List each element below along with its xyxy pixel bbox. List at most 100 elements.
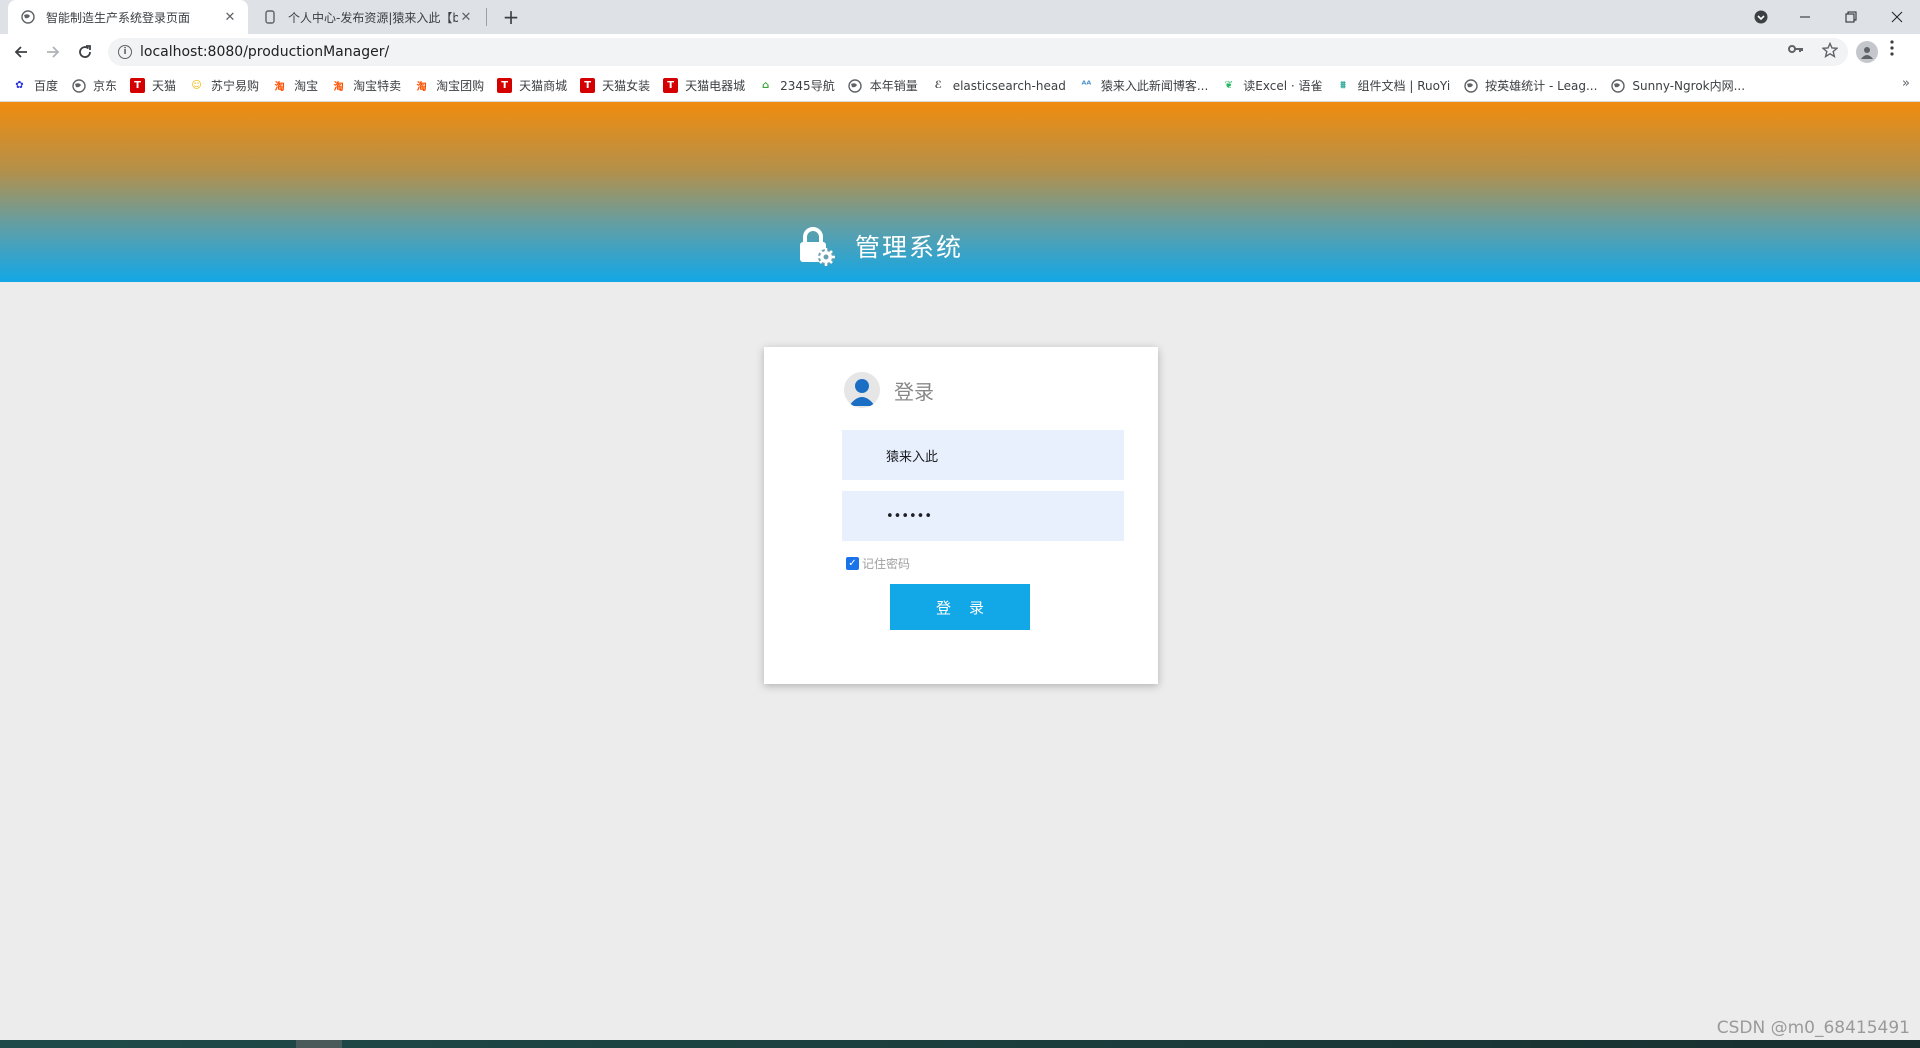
star-icon[interactable] xyxy=(1821,41,1839,62)
bookmark-label: 天猫商城 xyxy=(519,79,568,93)
bookmark-label: 京东 xyxy=(93,79,118,93)
document-icon xyxy=(262,9,278,25)
url-text[interactable]: localhost:8080/productionManager/ xyxy=(140,44,389,60)
baidu-paw-icon: ✿ xyxy=(15,80,24,91)
bookmark-label: 淘宝团购 xyxy=(436,79,485,93)
bookmark-label: Sunny-Ngrok内网... xyxy=(1632,79,1746,93)
bookmark-label: 猿来入此新闻博客... xyxy=(1100,79,1209,93)
bookmark-item[interactable]: 淘淘宝 xyxy=(272,77,319,94)
tab-search-button[interactable] xyxy=(1738,0,1784,34)
bookmark-item[interactable]: ⩩ 组件文档 | RuoYi xyxy=(1336,77,1451,94)
globe-icon xyxy=(1463,78,1478,93)
tab-login-page[interactable]: 智能制造生产系统登录页面 ✕ xyxy=(8,0,248,34)
chevron-down-circle-icon xyxy=(1754,10,1768,24)
bookmark-label: 淘宝 xyxy=(294,79,319,93)
bookmark-item[interactable]: ℰelasticsearch-head xyxy=(931,78,1066,93)
arrow-left-icon xyxy=(14,46,27,58)
bookmark-item[interactable]: ⌂ 2345导航 xyxy=(758,77,835,94)
tab-title: 个人中心-发布资源|猿来入此【b xyxy=(288,10,458,25)
tmall-icon: T xyxy=(130,78,146,93)
window-close-button[interactable] xyxy=(1874,0,1920,34)
tab-csdn-resource[interactable]: 个人中心-发布资源|猿来入此【b ✕ xyxy=(252,0,484,34)
bookmark-item[interactable]: T 天猫商城 xyxy=(497,77,567,94)
bookmark-item[interactable]: ✿ 百度 xyxy=(12,77,58,94)
bookmark-item[interactable]: T 天猫电器城 xyxy=(663,77,745,94)
bookmark-item[interactable]: ☺ 苏宁易购 xyxy=(189,77,259,94)
remember-checkbox[interactable]: ✓ xyxy=(846,557,859,570)
login-header: 登录 xyxy=(844,372,934,408)
bookmark-label: 按英雄统计 - Leag... xyxy=(1485,79,1598,93)
bookmark-item[interactable]: 京东 xyxy=(71,77,117,94)
back-button[interactable] xyxy=(8,39,34,65)
house-icon: ⌂ xyxy=(762,80,770,91)
bookmark-label: 天猫女装 xyxy=(602,79,651,93)
tmall-icon: T xyxy=(663,78,679,93)
username-input[interactable] xyxy=(842,430,1124,480)
login-card: 登录 ✓ 记住密码 登录 xyxy=(764,347,1158,684)
bookmark-item[interactable]: ❦ 读Excel · 语雀 xyxy=(1221,77,1323,94)
bookmark-label: 读Excel · 语雀 xyxy=(1243,79,1323,93)
reload-icon xyxy=(79,45,91,58)
bookmark-label: elasticsearch-head xyxy=(952,78,1066,93)
taobao-icon: 淘 xyxy=(333,82,344,93)
monkey-icon: ᴬᴬ xyxy=(1081,80,1092,91)
close-icon[interactable]: ✕ xyxy=(222,9,238,25)
bookmark-label: 组件文档 | RuoYi xyxy=(1357,79,1451,93)
brand: 管理系统 xyxy=(795,226,963,266)
bookmark-label: 淘宝特卖 xyxy=(353,79,402,93)
profile-avatar-icon[interactable] xyxy=(1856,41,1878,63)
reload-button[interactable] xyxy=(72,39,98,65)
more-menu-icon[interactable] xyxy=(1890,40,1894,60)
yuque-icon: ❦ xyxy=(1224,80,1233,91)
minimize-button[interactable] xyxy=(1782,0,1828,34)
taskbar-item[interactable] xyxy=(296,1040,342,1048)
watermark-text: CSDN @m0_68415491 xyxy=(1716,1018,1910,1038)
address-bar[interactable]: i localhost:8080/productionManager/ xyxy=(108,38,1848,66)
new-tab-button[interactable]: + xyxy=(498,4,524,30)
key-icon[interactable] xyxy=(1788,42,1804,62)
globe-icon xyxy=(1610,78,1625,93)
bookmark-label: 苏宁易购 xyxy=(211,79,260,93)
bookmark-item[interactable]: 本年销量 xyxy=(848,77,918,94)
tab-title: 智能制造生产系统登录页面 xyxy=(46,10,191,25)
globe-icon xyxy=(848,78,863,93)
bookmark-label: 2345导航 xyxy=(780,79,835,93)
restore-button[interactable] xyxy=(1828,0,1874,34)
remember-password[interactable]: ✓ 记住密码 xyxy=(846,555,910,572)
login-title: 登录 xyxy=(894,379,934,404)
globe-icon xyxy=(71,78,86,93)
password-input[interactable] xyxy=(842,491,1124,541)
bookmark-item[interactable]: T 天猫女装 xyxy=(580,77,650,94)
taobao-icon: 淘 xyxy=(416,82,427,93)
system-title: 管理系统 xyxy=(855,233,964,262)
bookmark-item[interactable]: 按英雄统计 - Leag... xyxy=(1463,77,1597,94)
bookmark-item[interactable]: 淘淘宝特卖 xyxy=(331,77,402,94)
forward-button[interactable] xyxy=(40,39,66,65)
taobao-icon: 淘 xyxy=(274,82,285,93)
browser-toolbar: i localhost:8080/productionManager/ xyxy=(0,34,1920,70)
taskbar xyxy=(0,1040,1920,1048)
header-banner: 管理系统 xyxy=(0,102,1920,282)
info-icon[interactable]: i xyxy=(118,45,132,59)
bookmark-item[interactable]: 淘淘宝团购 xyxy=(414,77,485,94)
tab-separator xyxy=(486,8,487,26)
bookmarks-overflow-icon[interactable]: » xyxy=(1902,76,1910,91)
elasticsearch-icon: ℰ xyxy=(934,80,942,91)
suning-icon: ☺ xyxy=(191,80,202,91)
bookmark-label: 百度 xyxy=(34,79,59,93)
bookmark-item[interactable]: T 天猫 xyxy=(130,77,176,94)
bookmark-label: 本年销量 xyxy=(869,79,918,93)
tmall-icon: T xyxy=(580,78,596,93)
tab-strip: 智能制造生产系统登录页面 ✕ 个人中心-发布资源|猿来入此【b ✕ + xyxy=(0,0,1920,34)
bookmark-item[interactable]: ᴬᴬ 猿来入此新闻博客... xyxy=(1079,77,1208,94)
ruoyi-icon: ⩩ xyxy=(1340,80,1346,91)
bookmark-label: 天猫电器城 xyxy=(685,79,746,93)
remember-label: 记住密码 xyxy=(862,557,911,571)
tmall-icon: T xyxy=(497,78,513,93)
arrow-right-icon xyxy=(47,46,60,58)
bookmark-label: 天猫 xyxy=(152,79,177,93)
close-icon[interactable]: ✕ xyxy=(458,9,474,25)
bookmark-item[interactable]: Sunny-Ngrok内网... xyxy=(1610,77,1745,94)
bookmarks-bar: ✿ 百度 京东 T 天猫 ☺ 苏宁易购淘淘宝淘淘宝特卖淘淘宝团购 T 天猫商城 T 天猫女装 T 天猫电… xyxy=(0,70,1920,102)
login-button[interactable]: 登录 xyxy=(890,584,1030,630)
